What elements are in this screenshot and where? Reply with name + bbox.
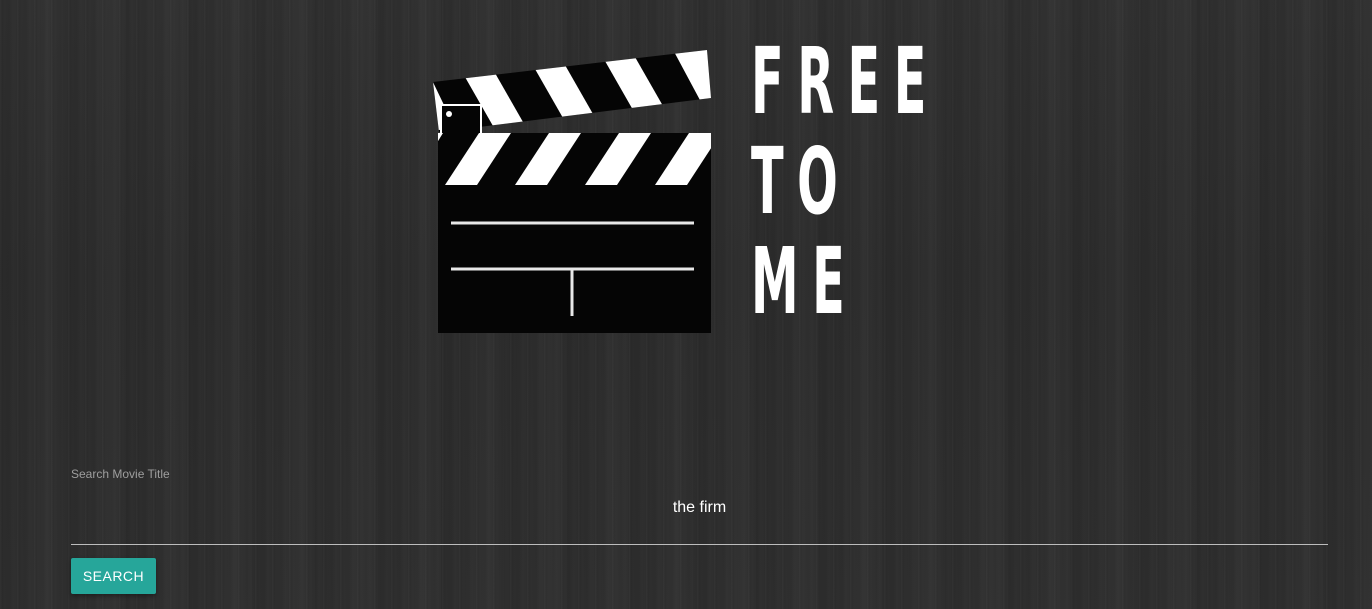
clapperboard-icon	[433, 50, 711, 333]
site-logo: FREE TO ME	[431, 28, 941, 340]
search-form: Search Movie Title SEARCH	[71, 462, 1328, 594]
search-input[interactable]	[71, 486, 1328, 545]
logo-line-me: ME	[751, 228, 859, 335]
search-field-label: Search Movie Title	[71, 467, 170, 481]
logo-line-to: TO	[751, 128, 852, 235]
logo-line-free: FREE	[751, 28, 940, 135]
logo-wordmark: FREE TO ME	[751, 28, 951, 340]
search-button[interactable]: SEARCH	[71, 558, 156, 594]
